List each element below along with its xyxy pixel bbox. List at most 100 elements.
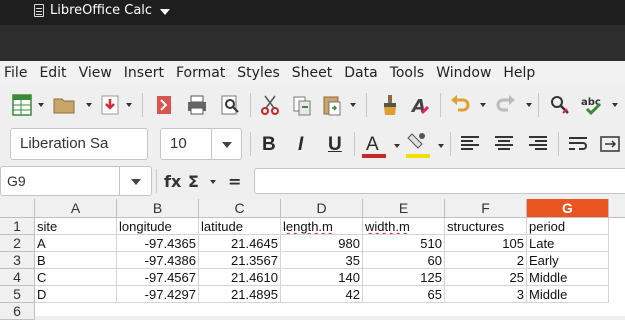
chevron-down-icon[interactable] — [119, 167, 151, 195]
cell[interactable]: -97.4297 — [117, 286, 199, 303]
chevron-down-icon[interactable] — [438, 144, 444, 148]
menu-view[interactable]: View — [75, 65, 120, 81]
row-header[interactable]: 6 — [0, 303, 35, 320]
chevron-down-icon[interactable] — [394, 144, 400, 148]
formula-button[interactable]: = — [228, 172, 241, 191]
chevron-down-icon[interactable] — [38, 103, 44, 107]
menu-format[interactable]: Format — [172, 65, 233, 81]
cell[interactable]: Late — [527, 235, 609, 252]
cell[interactable]: 140 — [281, 269, 363, 286]
column-header-a[interactable]: A — [35, 199, 117, 218]
cell[interactable]: 21.4895 — [199, 286, 281, 303]
menu-sheet[interactable]: Sheet — [288, 65, 340, 81]
cell[interactable]: 35 — [281, 252, 363, 269]
column-header-h[interactable] — [609, 199, 625, 218]
align-right-icon[interactable] — [526, 132, 550, 156]
cell[interactable]: 60 — [363, 252, 445, 269]
menu-file[interactable]: File — [0, 65, 35, 81]
cell[interactable]: Middle — [527, 286, 609, 303]
print-icon[interactable] — [185, 93, 209, 117]
chevron-down-icon[interactable] — [480, 103, 486, 107]
cell[interactable]: 21.4645 — [199, 235, 281, 252]
column-header-d[interactable]: D — [281, 199, 363, 218]
save-icon[interactable] — [98, 93, 122, 117]
align-center-icon[interactable] — [492, 132, 516, 156]
cell[interactable]: B — [35, 252, 117, 269]
redo-icon[interactable] — [494, 93, 518, 117]
select-all-corner[interactable] — [0, 199, 35, 218]
menu-tools[interactable]: Tools — [386, 65, 433, 81]
print-preview-icon[interactable] — [218, 93, 242, 117]
paste-icon[interactable] — [320, 93, 344, 117]
cell[interactable]: 3 — [445, 286, 527, 303]
cell[interactable]: Early — [527, 252, 609, 269]
clone-formatting-icon[interactable] — [378, 93, 402, 117]
row-header[interactable]: 1 — [0, 218, 35, 235]
cell[interactable]: 25 — [445, 269, 527, 286]
formula-input[interactable] — [254, 168, 625, 194]
column-header-g[interactable]: G — [527, 199, 609, 218]
row-header[interactable]: 2 — [0, 235, 35, 252]
font-name-box[interactable]: Liberation Sa — [10, 128, 148, 160]
column-header-f[interactable]: F — [445, 199, 527, 218]
cell[interactable]: period — [527, 218, 609, 235]
italic-button[interactable]: I — [298, 134, 303, 156]
clear-formatting-icon[interactable]: A — [408, 93, 432, 117]
cell[interactable]: 125 — [363, 269, 445, 286]
cell[interactable]: C — [35, 269, 117, 286]
bold-button[interactable]: B — [262, 134, 276, 156]
name-box[interactable]: G9 — [0, 166, 152, 196]
wrap-text-icon[interactable] — [566, 132, 590, 156]
open-folder-icon[interactable] — [52, 93, 76, 117]
font-color-button[interactable]: A — [366, 134, 379, 156]
chevron-down-icon[interactable] — [526, 103, 532, 107]
cell[interactable]: 510 — [363, 235, 445, 252]
align-left-icon[interactable] — [458, 132, 482, 156]
font-size-box[interactable]: 10 — [160, 128, 242, 160]
sum-button[interactable]: Σ — [188, 172, 199, 191]
cell[interactable]: 2 — [445, 252, 527, 269]
menu-edit[interactable]: Edit — [35, 65, 74, 81]
chevron-down-icon[interactable] — [612, 103, 618, 107]
cell[interactable]: structures — [445, 218, 527, 235]
cut-icon[interactable] — [258, 93, 282, 117]
chevron-down-icon[interactable] — [350, 103, 356, 107]
chevron-down-icon[interactable] — [126, 103, 132, 107]
chevron-down-icon[interactable] — [211, 129, 241, 159]
function-wizard-button[interactable]: fx — [164, 172, 181, 191]
column-header-e[interactable]: E — [363, 199, 445, 218]
spelling-icon[interactable]: abc — [580, 93, 604, 117]
merge-cells-icon[interactable] — [598, 132, 622, 156]
export-pdf-icon[interactable] — [152, 93, 176, 117]
cell[interactable]: length.m — [281, 218, 363, 235]
cell[interactable]: A — [35, 235, 117, 252]
row-header[interactable]: 3 — [0, 252, 35, 269]
cell[interactable]: -97.4386 — [117, 252, 199, 269]
column-header-b[interactable]: B — [117, 199, 199, 218]
cell[interactable]: 65 — [363, 286, 445, 303]
cell[interactable]: 21.4610 — [199, 269, 281, 286]
cell[interactable]: 980 — [281, 235, 363, 252]
undo-icon[interactable] — [448, 93, 472, 117]
cell[interactable]: 21.3567 — [199, 252, 281, 269]
cell[interactable]: 42 — [281, 286, 363, 303]
menu-data[interactable]: Data — [340, 65, 385, 81]
chevron-down-icon[interactable] — [86, 103, 92, 107]
find-replace-icon[interactable] — [548, 93, 572, 117]
cell[interactable]: -97.4567 — [117, 269, 199, 286]
chevron-down-icon[interactable] — [210, 180, 216, 184]
cell[interactable]: -97.4365 — [117, 235, 199, 252]
highlight-icon[interactable] — [406, 130, 430, 154]
app-menu[interactable]: LibreOffice Calc — [34, 3, 171, 18]
cell[interactable]: D — [35, 286, 117, 303]
cell[interactable]: longitude — [117, 218, 199, 235]
cell[interactable]: Middle — [527, 269, 609, 286]
cell[interactable]: latitude — [199, 218, 281, 235]
menu-help[interactable]: Help — [499, 65, 543, 81]
row-header[interactable]: 4 — [0, 269, 35, 286]
spreadsheet-grid[interactable]: A B C D E F G 1 site longitude latitude … — [0, 199, 625, 320]
menu-window[interactable]: Window — [432, 65, 499, 81]
new-spreadsheet-icon[interactable] — [10, 93, 34, 117]
cell[interactable]: width.m — [363, 218, 445, 235]
copy-icon[interactable] — [290, 93, 314, 117]
